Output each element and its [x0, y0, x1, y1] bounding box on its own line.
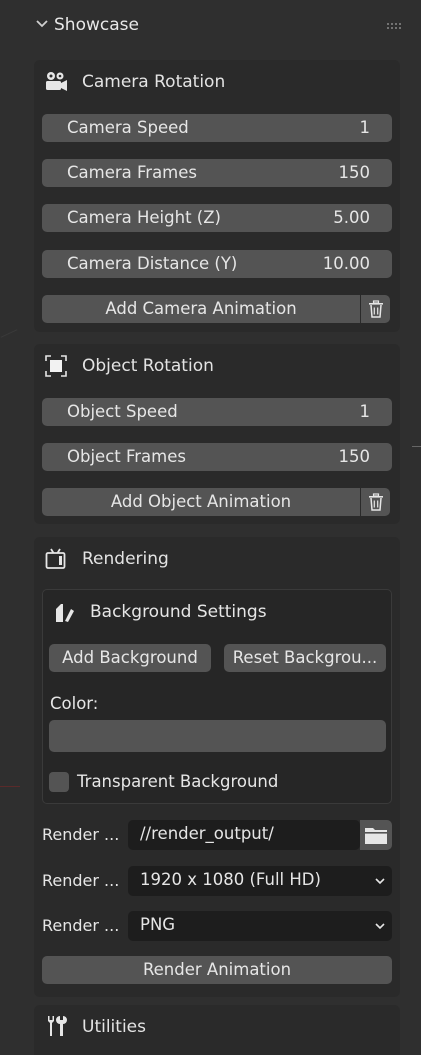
object-select-icon [45, 355, 67, 377]
camera-distance-field[interactable]: Camera Distance (Y) 10.00 [42, 250, 392, 278]
utilities-header[interactable]: Utilities [34, 1005, 400, 1049]
rendering-title: Rendering [82, 549, 169, 569]
render-format-label: Render ... [42, 916, 120, 935]
transparent-background-checkbox[interactable]: Transparent Background [49, 771, 329, 795]
render-icon [45, 548, 66, 569]
object-rotation-title: Object Rotation [82, 356, 214, 376]
viewport-line [0, 329, 18, 338]
checkbox-box[interactable] [49, 772, 69, 792]
checkbox-label: Transparent Background [77, 772, 279, 791]
grip-dots-icon[interactable] [386, 22, 404, 30]
rendering-header[interactable]: Rendering [34, 537, 400, 581]
camera-rotation-panel: Camera Rotation Camera Speed 1 Camera Fr… [34, 60, 400, 332]
trash-icon [369, 493, 383, 511]
folder-icon [365, 828, 387, 844]
render-output-label: Render ... [42, 825, 120, 844]
camera-rotation-header[interactable]: Camera Rotation [34, 60, 400, 104]
render-format-select[interactable]: PNG [128, 911, 392, 941]
camera-height-field[interactable]: Camera Height (Z) 5.00 [42, 204, 392, 232]
resolution-value: 1920 x 1080 (Full HD) [140, 870, 321, 889]
field-value: 150 [338, 163, 371, 182]
object-speed-field[interactable]: Object Speed 1 [42, 398, 392, 426]
camera-speed-field[interactable]: Camera Speed 1 [42, 114, 392, 142]
render-resolution-select[interactable]: 1920 x 1080 (Full HD) [128, 866, 392, 896]
field-label: Camera Speed [67, 118, 189, 137]
background-settings-title: Background Settings [90, 602, 267, 622]
field-value: 10.00 [322, 254, 370, 273]
add-object-animation-button[interactable]: Add Object Animation [42, 488, 360, 516]
field-label: Object Frames [67, 447, 186, 466]
add-background-button[interactable]: Add Background [49, 644, 211, 672]
reset-background-button[interactable]: Reset Backgrou... [224, 644, 386, 672]
viewport-axis-line [0, 786, 20, 787]
render-animation-button[interactable]: Render Animation [42, 956, 392, 984]
render-output-path-input[interactable]: //render_output/ [128, 820, 360, 850]
color-label: Color: [50, 694, 99, 713]
browse-folder-button[interactable] [360, 820, 392, 850]
remove-object-animation-button[interactable] [360, 488, 390, 516]
object-rotation-header[interactable]: Object Rotation [34, 344, 400, 388]
object-rotation-panel: Object Rotation Object Speed 1 Object Fr… [34, 344, 400, 524]
field-label: Object Speed [67, 402, 178, 421]
render-resolution-label: Render ... [42, 871, 120, 890]
brush-icon [56, 604, 74, 622]
rendering-panel: Rendering Background Settings Add Backgr… [34, 537, 400, 997]
camera-rotation-title: Camera Rotation [82, 72, 226, 92]
tools-icon [48, 1016, 67, 1036]
chevron-down-icon [375, 923, 385, 930]
render-output-path-value: //render_output/ [140, 824, 274, 843]
panel-title: Showcase [54, 15, 139, 35]
field-value: 5.00 [333, 208, 370, 227]
field-label: Camera Distance (Y) [67, 254, 238, 273]
chevron-down-icon [36, 20, 48, 28]
add-camera-animation-button[interactable]: Add Camera Animation [42, 295, 360, 323]
utilities-panel: Utilities [34, 1005, 400, 1055]
movie-camera-icon [46, 72, 67, 91]
field-value: 150 [338, 447, 371, 466]
field-label: Camera Frames [67, 163, 198, 182]
format-value: PNG [140, 915, 176, 934]
field-value: 1 [359, 402, 371, 421]
showcase-header[interactable]: Showcase [30, 8, 410, 44]
object-frames-field[interactable]: Object Frames 150 [42, 443, 392, 471]
chevron-down-icon [375, 878, 385, 885]
background-settings-subpanel: Background Settings Add Background Reset… [42, 589, 392, 804]
color-picker-field[interactable] [49, 720, 386, 752]
camera-frames-field[interactable]: Camera Frames 150 [42, 159, 392, 187]
viewport-tick [412, 446, 421, 447]
remove-camera-animation-button[interactable] [360, 295, 390, 323]
field-value: 1 [359, 118, 371, 137]
trash-icon [369, 300, 383, 318]
field-label: Camera Height (Z) [67, 208, 221, 227]
utilities-title: Utilities [82, 1017, 146, 1037]
